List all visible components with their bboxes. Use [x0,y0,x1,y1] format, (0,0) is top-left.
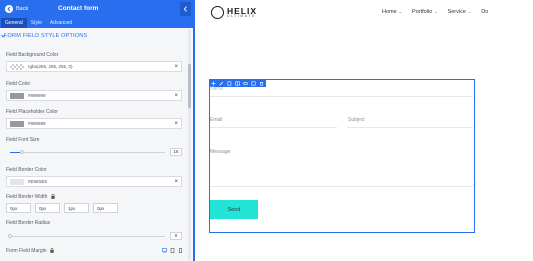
desktop-icon[interactable] [162,248,167,253]
mobile-icon[interactable] [178,248,183,253]
field-border-color-picker[interactable]: #E5E5E5 × [6,176,182,187]
message-textarea-placeholder[interactable]: Message [210,149,230,155]
tab-general[interactable]: General [1,18,27,28]
clear-icon[interactable]: × [174,121,178,127]
device-switcher [162,248,183,253]
settings-panel: Back Contact form General Style Advanced… [0,0,195,261]
border-radius-slider-knob[interactable] [8,234,12,238]
field-border-width-label-row: Field Border Width [6,194,55,200]
lock-icon [51,194,55,199]
lock-icon [50,248,54,253]
field-border-radius-label: Field Border Radius [6,220,51,226]
nav-item-service[interactable]: Service ⌄ [448,9,472,15]
panel-scrollbar[interactable] [188,30,191,260]
field-border-color-value: #E5E5E5 [28,179,48,184]
font-size-slider-knob[interactable] [20,150,25,154]
nav-home-label: Home [382,9,397,15]
panel-scroll-thumb[interactable] [188,64,191,108]
chevron-down-icon: ⌄ [434,9,438,14]
form-field-margin-label: Form Field Margin [6,248,47,254]
nav-item-do[interactable]: Do [481,9,488,15]
field-color-value: #999999 [28,93,46,98]
save-icon[interactable] [251,81,256,86]
font-size-slider[interactable] [10,150,165,154]
clear-icon[interactable]: × [174,64,178,70]
email-input-underline [210,127,337,128]
resize-handle-icon[interactable] [473,182,476,185]
message-textarea-underline [210,186,473,187]
panel-tabs: General Style Advanced [0,18,193,28]
color-swatch[interactable] [10,178,24,185]
clear-icon[interactable]: × [174,93,178,99]
send-button[interactable]: Send [210,200,258,219]
color-swatch[interactable] [10,120,24,127]
color-swatch[interactable] [10,92,24,99]
nav-portfolio-label: Portfolio [412,9,433,15]
chevron-down-icon: ⌄ [398,9,403,14]
chevron-down-icon [1,34,5,38]
border-width-left-input[interactable]: 0px [93,203,118,213]
border-width-top-input[interactable]: 0px [6,203,31,213]
section-toggle-form-field-style[interactable]: FORM FIELD STYLE OPTIONS [0,28,186,42]
nav-service-label: Service [447,9,466,15]
main-nav: Home ⌄ Portfolio ⌄ Service ⌄ Do [382,9,488,15]
border-width-inputs: 0px 0px 1px 0px [6,203,118,213]
nav-do-label: Do [481,9,489,15]
back-arrow-icon [5,5,13,13]
nav-item-home[interactable]: Home ⌄ [382,9,402,15]
name-input-placeholder[interactable]: Name [210,86,223,92]
site-logo[interactable]: HELIX ULTIMATE [211,6,257,19]
delete-icon[interactable] [259,81,264,86]
field-color-label: Field Color [6,81,31,87]
field-bg-color-value: rgba(255, 255, 255, 0) [28,64,73,69]
add-icon[interactable] [211,81,216,86]
border-radius-input[interactable]: 0 [170,232,182,240]
copy-icon[interactable] [227,81,232,86]
nav-item-portfolio[interactable]: Portfolio ⌄ [412,9,438,15]
field-bg-color-picker[interactable]: rgba(255, 255, 255, 0) × [6,61,182,72]
logo-sub: ULTIMATE [227,14,256,18]
field-placeholder-color-label: Field Placeholder Color [6,109,58,115]
collapse-panel-button[interactable] [180,2,191,16]
chevron-left-icon [183,6,187,12]
back-label: Back [16,6,29,12]
tab-style[interactable]: Style [27,18,46,28]
section-title: FORM FIELD STYLE OPTIONS [4,33,88,39]
field-font-size-label: Field Font Size [6,137,40,143]
tab-advanced[interactable]: Advanced [46,18,76,28]
border-width-right-input[interactable]: 0px [35,203,60,213]
visibility-icon[interactable] [243,81,248,86]
panel-title: Contact form [58,5,99,12]
field-border-width-label: Field Border Width [6,194,48,200]
back-button[interactable]: Back [5,3,28,15]
logo-text: HELIX ULTIMATE [227,6,257,19]
tablet-icon[interactable] [170,248,175,253]
clear-icon[interactable]: × [174,179,178,185]
field-placeholder-color-picker[interactable]: #999999 × [6,118,182,129]
panel-header: Back Contact form [0,0,193,18]
font-size-input[interactable]: 16 [170,148,182,156]
chevron-down-icon: ⌄ [467,9,472,14]
field-color-picker[interactable]: #999999 × [6,90,182,101]
subject-input-placeholder[interactable]: Subject [348,117,365,123]
logo-mark [211,6,224,19]
subject-input-underline [347,127,473,128]
name-input-underline [210,96,473,97]
email-input-placeholder[interactable]: Email [210,117,223,123]
columns-icon[interactable] [235,81,240,86]
field-bg-color-label: Field Background Color [6,52,59,58]
border-radius-slider[interactable] [8,234,165,238]
form-field-margin-label-row: Form Field Margin [6,248,54,254]
edit-icon[interactable] [219,81,224,86]
transparent-swatch[interactable] [10,63,24,70]
field-placeholder-color-value: #999999 [28,121,46,126]
field-border-color-label: Field Border Color [6,167,47,173]
border-width-bottom-input[interactable]: 1px [64,203,89,213]
